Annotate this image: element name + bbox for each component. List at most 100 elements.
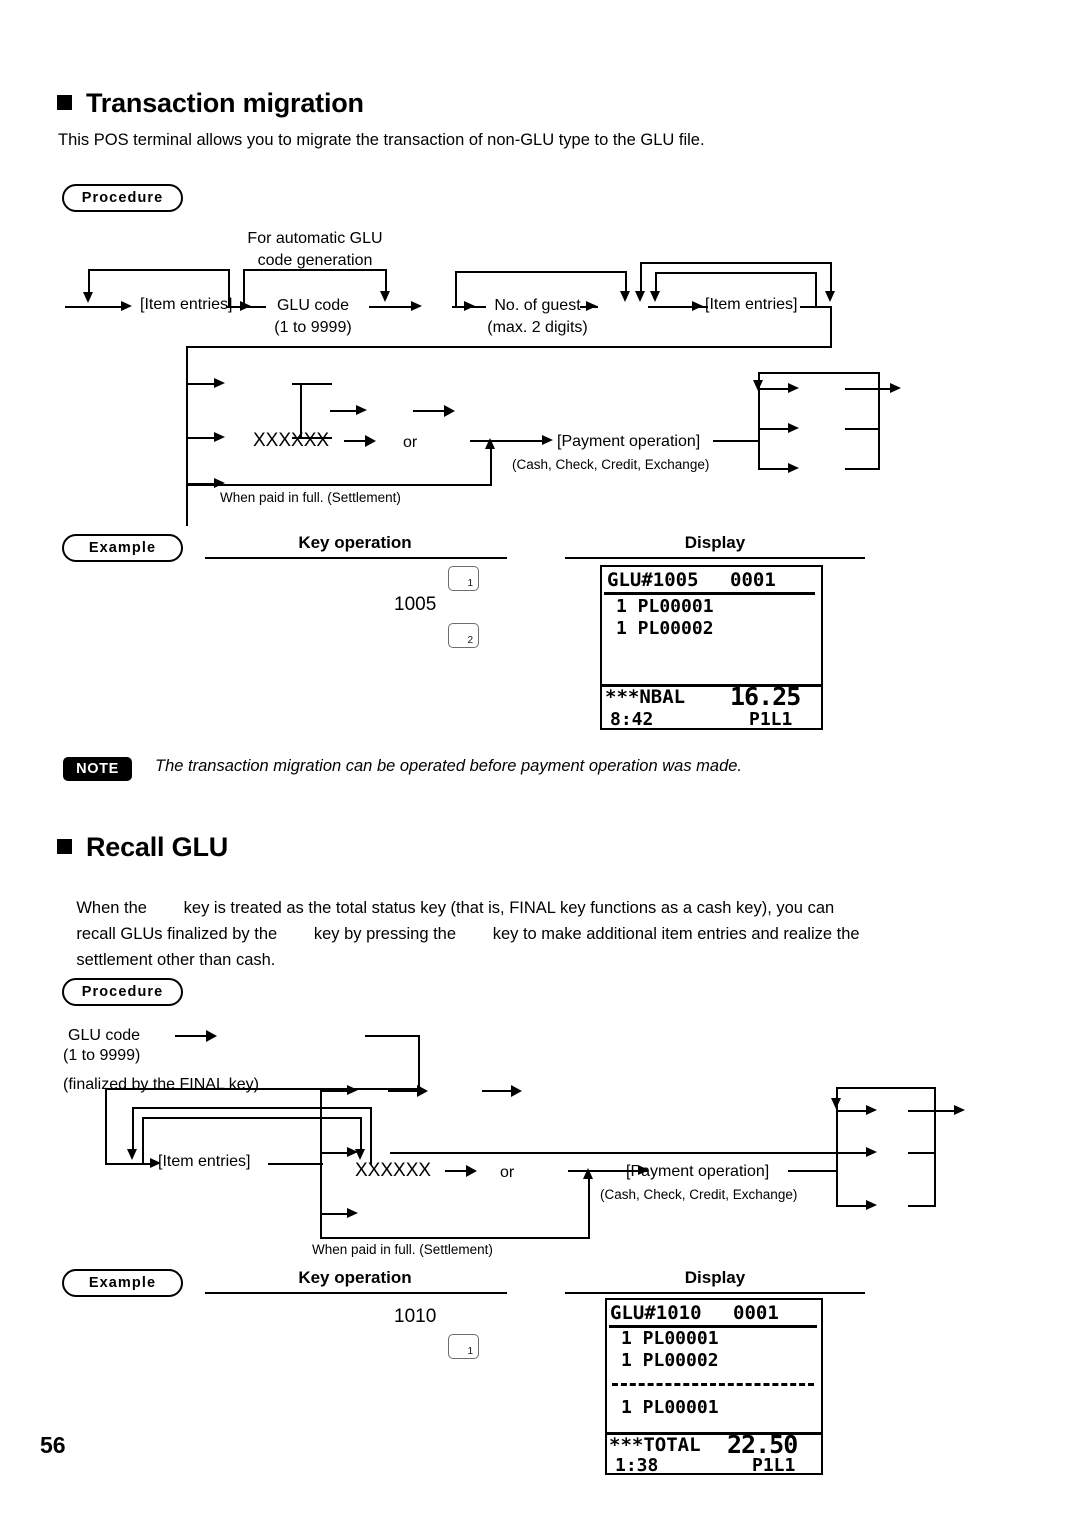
key-operation-code-1: 1005 xyxy=(394,594,437,615)
heading-text-2: Recall GLU xyxy=(86,832,229,862)
lcd1-header-left: GLU#1005 xyxy=(607,569,699,591)
lcd-display-1: GLU#1005 0001 1 PL00001 1 PL00002 ***NBA… xyxy=(600,565,823,730)
diagram2-glu-code-range: (1 to 9999) xyxy=(63,1047,141,1064)
lcd2-line-2: 1 PL00002 xyxy=(621,1350,719,1371)
diagram2-xxxxxx: XXXXXX xyxy=(355,1160,432,1181)
diagram1-payment-types: (Cash, Check, Credit, Exchange) xyxy=(512,457,710,472)
procedure-badge-1: Procedure xyxy=(62,184,183,212)
d1-line xyxy=(330,410,358,412)
d1-arrow xyxy=(635,291,645,302)
d2-loop xyxy=(142,1117,144,1165)
lcd1-line-2: 1 PL00002 xyxy=(616,618,714,639)
d1-loop xyxy=(625,271,627,293)
d1-arrow xyxy=(692,301,703,311)
section1-intro-text: This POS terminal allows you to migrate … xyxy=(58,131,705,149)
diagram2-or: or xyxy=(500,1164,515,1181)
d2-line xyxy=(908,1152,936,1154)
d1-arrow xyxy=(464,301,475,311)
diagram2-payment-types: (Cash, Check, Credit, Exchange) xyxy=(600,1187,798,1202)
d1-arrow xyxy=(83,292,93,303)
d2-settlement xyxy=(320,1237,590,1239)
d1-line xyxy=(845,388,892,390)
d1-loop xyxy=(830,262,832,293)
diagram1-item-entries-1: [Item entries] xyxy=(140,296,233,313)
d2-arrow xyxy=(954,1105,965,1115)
d2-settlement xyxy=(588,1177,590,1239)
lcd1-status: P1L1 xyxy=(749,709,793,730)
d2-line xyxy=(838,1205,868,1207)
key-glyph-2-label: 2 xyxy=(467,635,473,646)
lcd1-line-1: 1 PL00001 xyxy=(616,596,714,617)
d1-loop xyxy=(455,271,457,308)
lcd2-status: P1L1 xyxy=(752,1455,796,1476)
d2-arrow xyxy=(831,1098,841,1109)
heading-text: Transaction migration xyxy=(86,88,364,118)
key-glyph-3-label: 1 xyxy=(467,1346,473,1357)
d2-loop xyxy=(142,1117,362,1119)
diagram1-payment-operation: [Payment operation] xyxy=(557,433,701,450)
note-badge: NOTE xyxy=(63,757,132,781)
d1-arrow xyxy=(620,291,630,302)
page-number: 56 xyxy=(40,1432,66,1458)
d1-wrap xyxy=(186,346,188,384)
d2-arrow xyxy=(445,1165,477,1177)
procedure-badge-2: Procedure xyxy=(62,978,183,1006)
section-heading-transaction-migration: Transaction migration xyxy=(57,88,364,119)
d2-arrow xyxy=(866,1147,877,1157)
d1-settlement xyxy=(186,484,492,486)
d2-loop xyxy=(370,1107,372,1165)
d1-arrow xyxy=(650,291,660,302)
display-header-2: Display xyxy=(684,1268,746,1287)
d2-arrow xyxy=(347,1208,358,1218)
d1-wrap xyxy=(830,306,832,348)
section2-body-line3: settlement other than cash. xyxy=(76,951,276,969)
d2-arrow xyxy=(347,1085,358,1095)
d2-arrow xyxy=(866,1200,877,1210)
no-of-guest-label: No. of guest xyxy=(494,297,581,314)
d2-arrow xyxy=(482,1085,522,1097)
d1-arrow xyxy=(788,423,799,433)
d1-loop xyxy=(385,269,387,293)
diagram1-glu-code: GLU code (1 to 9999) xyxy=(258,295,368,339)
d1-settlement xyxy=(186,483,188,526)
d1-line xyxy=(186,437,216,439)
section2-body-line1: When the key is treated as the total sta… xyxy=(76,899,835,917)
section2-body-line2: recall GLUs finalized by the key by pres… xyxy=(76,925,860,943)
d2-line xyxy=(105,1088,420,1090)
d2-arrow xyxy=(347,1147,358,1157)
d1-arrow xyxy=(214,478,225,488)
d1-arrow xyxy=(586,301,597,311)
d1-arrow xyxy=(788,463,799,473)
d1-line xyxy=(760,468,790,470)
section2-body: When the key is treated as the total sta… xyxy=(58,869,1008,999)
example-badge-1: Example xyxy=(62,534,183,562)
section-heading-recall-glu: Recall GLU xyxy=(57,832,228,863)
key-glyph-2[interactable]: 2 xyxy=(448,623,479,648)
key-glyph-3[interactable]: 1 xyxy=(448,1334,479,1359)
d1-arrow xyxy=(825,291,835,302)
d2-line xyxy=(838,1152,868,1154)
diagram2-item-entries: [Item entries] xyxy=(158,1153,251,1170)
no-of-guest-note: (max. 2 digits) xyxy=(487,319,588,336)
d1-bracket xyxy=(292,383,332,385)
diagram1-auto-glu-note: For automatic GLU code generation xyxy=(225,228,405,272)
key-operation-header-2: Key operation xyxy=(298,1268,412,1287)
diagram2-finalized-note: (finalized by the FINAL key) xyxy=(63,1076,259,1093)
key-glyph-1[interactable]: 1 xyxy=(448,566,479,591)
d1-col xyxy=(878,372,880,470)
lcd2-header-left: GLU#1010 xyxy=(610,1302,702,1324)
bullet-square-icon-2 xyxy=(57,839,72,854)
d1-arrow xyxy=(121,301,132,311)
d1-line xyxy=(470,440,544,442)
example-badge-2: Example xyxy=(62,1269,183,1297)
d1-col xyxy=(758,372,880,374)
lcd2-line-3: 1 PL00001 xyxy=(621,1397,719,1418)
d1-arrow xyxy=(413,405,455,417)
key-operation-rule-1 xyxy=(205,557,507,559)
d2-loop xyxy=(360,1117,362,1151)
d2-arrow xyxy=(866,1105,877,1115)
d2-arrow xyxy=(175,1030,217,1042)
d1-arrow xyxy=(542,435,553,445)
d1-line xyxy=(186,383,216,385)
display-header-1: Display xyxy=(684,533,746,552)
